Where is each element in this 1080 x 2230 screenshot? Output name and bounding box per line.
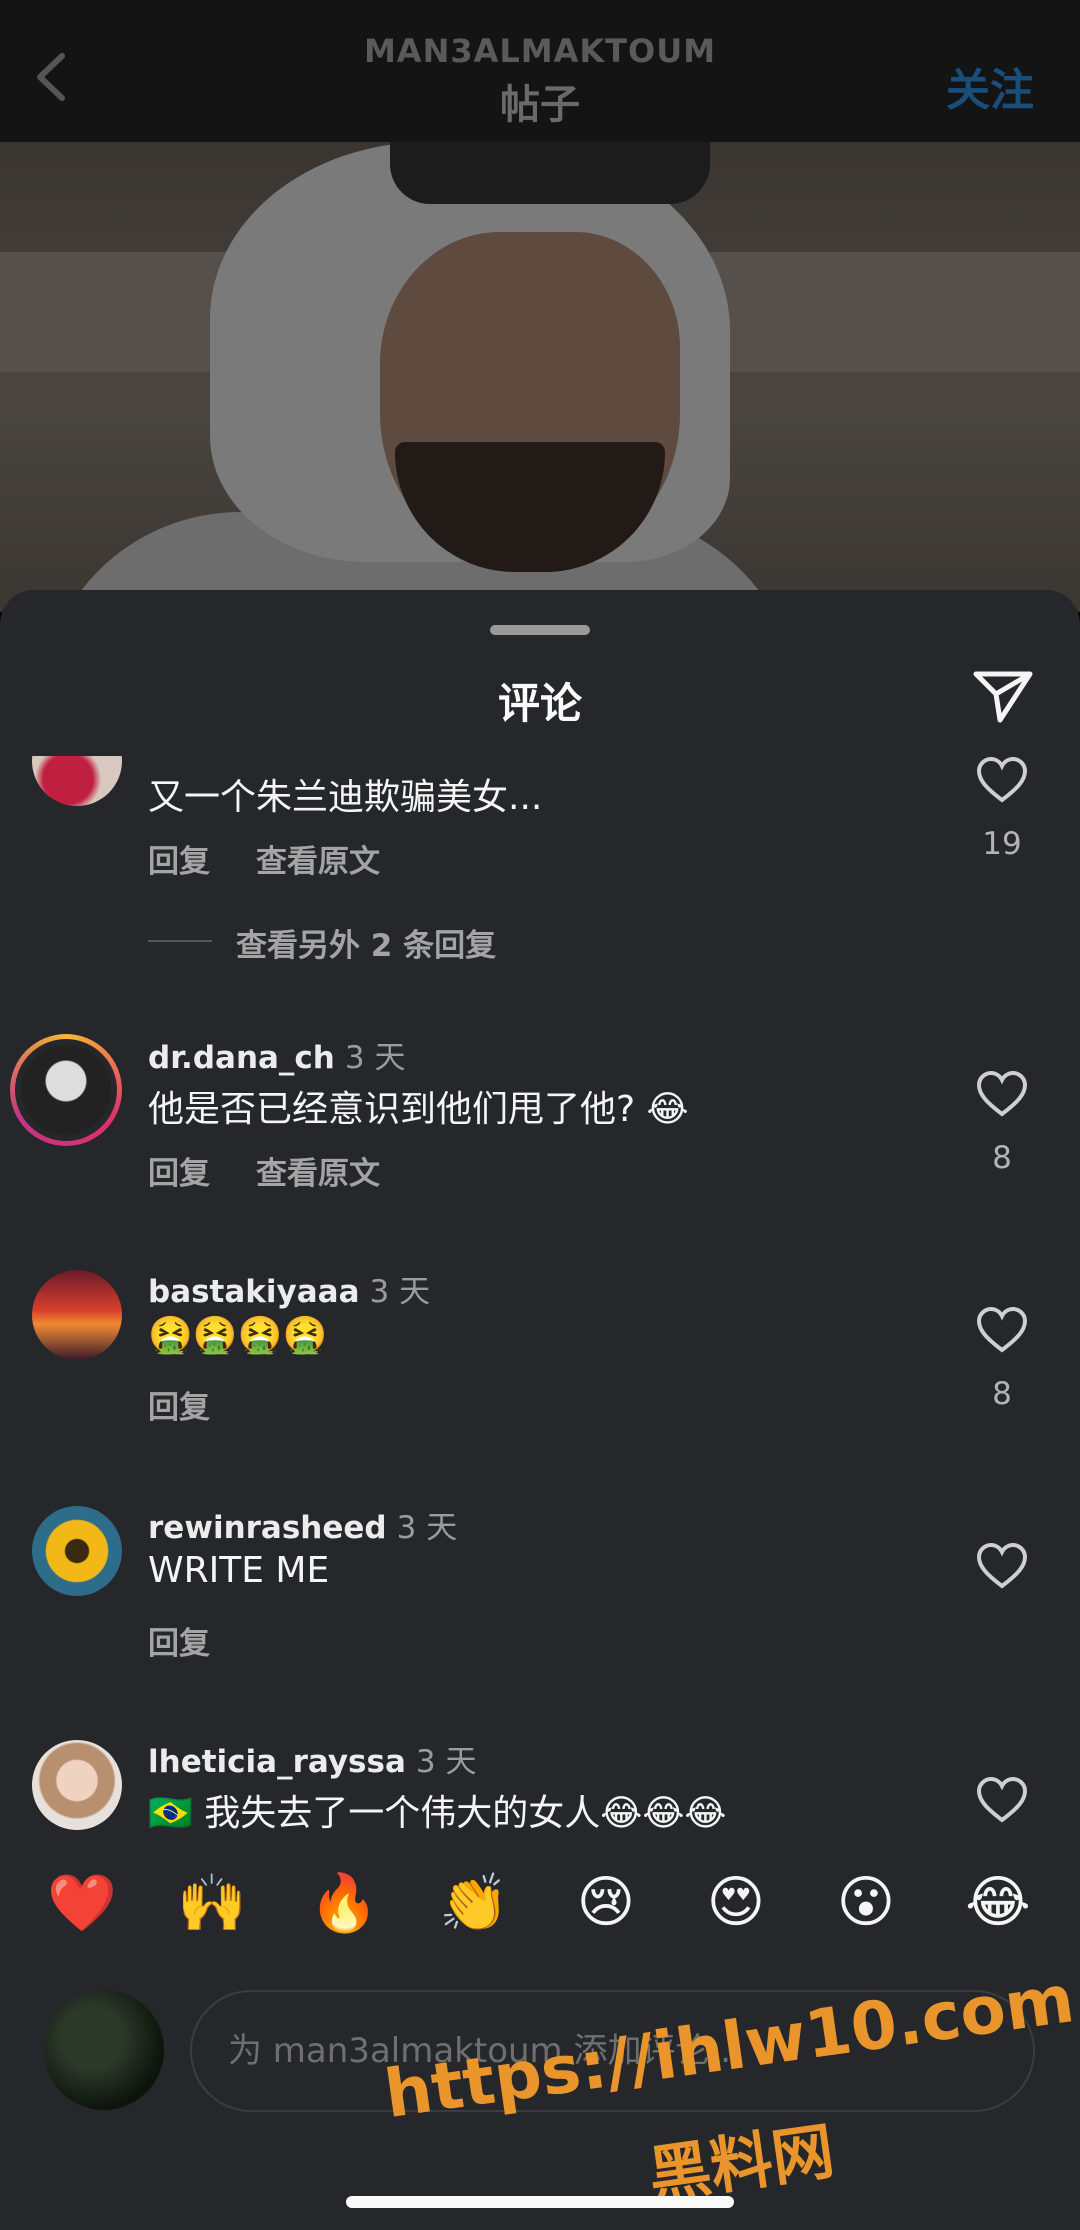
see-translation-button[interactable]: 查看原文 [256, 844, 380, 880]
reply-button[interactable]: 回复 [148, 844, 210, 880]
like-count: 19 [982, 826, 1022, 862]
emoji-laugh-button[interactable]: 😂 [958, 1870, 1038, 1935]
divider [148, 940, 212, 942]
comment-text: 🇧🇷 我失去了一个伟大的女人😂😂😂 [148, 1793, 727, 1834]
like-button[interactable] [976, 1306, 1028, 1354]
emoji-heart-button[interactable]: ❤️ [42, 1870, 122, 1936]
comment-time: 3 天 [415, 1744, 477, 1780]
avatar-story-ring[interactable] [10, 1034, 122, 1146]
comment-time: 3 天 [369, 1274, 431, 1310]
heart-icon [976, 1306, 1028, 1353]
avatar[interactable] [32, 1740, 122, 1830]
reply-button[interactable]: 回复 [148, 1156, 210, 1192]
like-button[interactable] [976, 1542, 1028, 1590]
home-indicator[interactable] [346, 2196, 734, 2208]
post-image [0, 142, 1080, 612]
comment-text: 他是否已经意识到他们甩了他? 😂 [148, 1089, 689, 1130]
comment-actions: 回复 查看原文 [148, 1148, 426, 1193]
sheet-title: 评论 [497, 679, 582, 728]
comment-text: WRITE ME [148, 1550, 330, 1591]
heart-icon [976, 756, 1028, 803]
avatar[interactable] [32, 1506, 122, 1596]
reply-button[interactable]: 回复 [148, 1390, 210, 1426]
comment-username[interactable]: bastakiyaaa 3 天 [148, 1266, 430, 1311]
sheet-drag-handle[interactable] [490, 625, 590, 635]
emoji-reaction-bar: ❤️ 🙌 🔥 👏 😢 😍 😮 😂 [0, 1870, 1080, 1950]
reply-button[interactable]: 回复 [148, 1626, 210, 1662]
emoji-fire-button[interactable]: 🔥 [304, 1870, 384, 1936]
heart-icon [976, 1776, 1028, 1823]
emoji-raised-hands-button[interactable]: 🙌 [172, 1870, 252, 1936]
share-button[interactable] [972, 668, 1034, 724]
emoji-cry-button[interactable]: 😢 [566, 1870, 646, 1935]
comment-actions: 回复 查看原文 [148, 836, 426, 881]
comment-text: 又一个朱兰迪欺骗美女... [148, 777, 543, 818]
comment-actions: 回复 [148, 1618, 256, 1663]
emoji-surprised-button[interactable]: 😮 [826, 1870, 906, 1935]
avatar[interactable] [32, 756, 122, 806]
like-button[interactable] [976, 1776, 1028, 1824]
comment-actions: 回复 [148, 1382, 256, 1427]
comment-username[interactable]: rewinrasheed 3 天 [148, 1502, 457, 1547]
heart-icon [976, 1542, 1028, 1589]
see-translation-button[interactable]: 查看原文 [256, 1156, 380, 1192]
avatar[interactable] [32, 1270, 122, 1360]
like-count: 8 [992, 1376, 1012, 1412]
emoji-heart-eyes-button[interactable]: 😍 [696, 1870, 776, 1935]
follow-button[interactable]: 关注 [946, 54, 1034, 118]
like-button[interactable] [976, 1070, 1028, 1118]
comment-username[interactable]: dr.dana_ch 3 天 [148, 1032, 405, 1077]
comment-time: 3 天 [344, 1040, 406, 1076]
like-count: 8 [992, 1140, 1012, 1176]
send-icon [973, 671, 1033, 723]
post-author-username: MAN3ALMAKTOUM [363, 32, 717, 70]
current-user-avatar [44, 1990, 164, 2110]
like-button[interactable] [976, 756, 1028, 804]
comment-time: 3 天 [396, 1510, 458, 1546]
view-more-replies[interactable]: 查看另外 2 条回复 [236, 920, 496, 965]
emoji-clap-button[interactable]: 👏 [434, 1870, 514, 1936]
comments-list: 又一个朱兰迪欺骗美女... 回复 查看原文 19 查看另外 2 条回复 dr.da… [0, 756, 1080, 1836]
heart-icon [976, 1070, 1028, 1117]
top-bar: MAN3ALMAKTOUM 帖子 关注 [0, 0, 1080, 142]
page-title: 帖子 [500, 82, 580, 128]
comment-text: 🤮🤮🤮🤮 [148, 1315, 328, 1356]
comment-username[interactable]: lheticia_rayssa 3 天 [148, 1736, 476, 1781]
